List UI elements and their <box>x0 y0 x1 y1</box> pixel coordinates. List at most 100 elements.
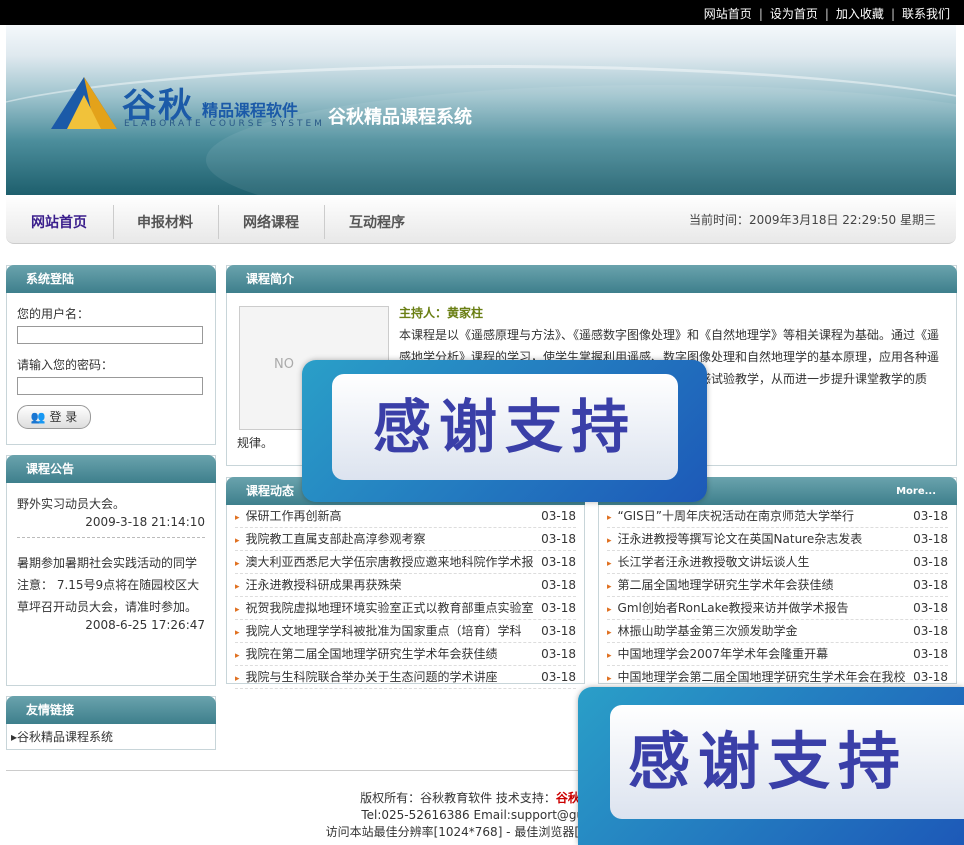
notice-panel-title: 课程公告 <box>6 455 216 483</box>
login-panel-title: 系统登陆 <box>6 265 216 293</box>
users-icon: 👥 <box>30 410 46 424</box>
news-list-2: ▸ “GIS日”十周年庆祝活动在南京师范大学举行 03-18 ▸ 汪永进教授等撰写论文在… <box>599 505 956 689</box>
intro-panel-title: 课程简介 <box>226 265 957 293</box>
logo-triangle-icon <box>51 77 117 129</box>
nav-home[interactable]: 网站首页 <box>31 212 87 232</box>
main-nav: 网站首页 申报材料 网络课程 互动程序 当前时间：2009年3月18日 22:2… <box>6 195 956 244</box>
username-label: 您的用户名： <box>17 307 90 321</box>
bullet-icon: ▸ <box>607 605 612 615</box>
news-item-title[interactable]: 我院在第二届全国地理学研究生学术年会获佳绩 <box>246 643 534 665</box>
news-item[interactable]: ▸ “GIS日”十周年庆祝活动在南京师范大学举行 03-18 <box>607 505 948 528</box>
course-host: 主持人：黄家柱 <box>399 306 484 320</box>
news-item[interactable]: ▸ 汪永进教授等撰写论文在英国Nature杂志发表 03-18 <box>607 528 948 551</box>
links-panel: 友情链接 ▸谷秋精品课程系统 <box>6 696 216 750</box>
news-item-title[interactable]: 祝贺我院虚拟地理环境实验室正式以教育部重点实验室 <box>246 597 534 619</box>
logo-english-text: ELABORATE COURSE SYSTEM <box>124 119 325 129</box>
news-item-date: 03-18 <box>913 624 948 638</box>
bullet-icon: ▸ <box>235 605 240 615</box>
news-item-date: 03-18 <box>913 555 948 569</box>
password-input[interactable] <box>17 377 203 395</box>
news-item[interactable]: ▸ 我院与生科院联合举办关于生态问题的学术讲座 03-18 <box>235 666 576 689</box>
news-item-title[interactable]: 保研工作再创新高 <box>246 505 534 527</box>
bullet-icon: ▸ <box>235 559 240 569</box>
notice-item-text[interactable]: 暑期参加暑期社会实践活动的同学注意： 7.15号9点将在随园校区大草坪召开动员大… <box>17 552 205 618</box>
bullet-icon: ▸ <box>607 674 612 684</box>
news-item-date: 03-18 <box>541 670 576 684</box>
news-item-title[interactable]: 中国地理学会2007年学术年会隆重开幕 <box>618 643 906 665</box>
bullet-icon: ▸ <box>235 628 240 638</box>
news-item-title[interactable]: “GIS日”十周年庆祝活动在南京师范大学举行 <box>618 505 906 527</box>
top-bar: 网站首页 | 设为首页 | 加入收藏 | 联系我们 <box>0 0 964 25</box>
nav-materials[interactable]: 申报材料 <box>137 212 193 232</box>
footer-copyright: 版权所有：谷秋教育软件 技术支持： <box>360 791 556 805</box>
top-nav: 网站首页 | 设为首页 | 加入收藏 | 联系我们 <box>703 7 950 21</box>
news-item-title[interactable]: Gml创始者RonLake教授来访并做学术报告 <box>618 597 906 619</box>
news-item-title[interactable]: 我院教工直属支部赴高淳参观考察 <box>246 528 534 550</box>
news-item[interactable]: ▸ 林振山助学基金第三次颁发助学金 03-18 <box>607 620 948 643</box>
logo-sub-text: 精品课程软件 <box>202 101 299 120</box>
news-panel: 课程动态 ▸ 保研工作再创新高 03-18 ▸ 我院教工直属支部赴高淳参观考察 03-18… <box>226 477 585 689</box>
thanks-sticker-2: 感谢支持 <box>578 687 964 845</box>
news-item[interactable]: ▸ 我院教工直属支部赴高淳参观考察 03-18 <box>235 528 576 551</box>
news-list: ▸ 保研工作再创新高 03-18 ▸ 我院教工直属支部赴高淳参观考察 03-18 ▸ 澳大利亚… <box>227 505 584 689</box>
bullet-icon: ▸ <box>607 536 612 546</box>
news-item-title[interactable]: 汪永进教授等撰写论文在英国Nature杂志发表 <box>618 528 906 550</box>
news-item-date: 03-18 <box>541 578 576 592</box>
bullet-icon: ▸ <box>607 559 612 569</box>
password-label: 请输入您的密码： <box>17 358 114 372</box>
news-item[interactable]: ▸ 长江学者汪永进教授敬文讲坛谈人生 03-18 <box>607 551 948 574</box>
more-link[interactable]: More... <box>896 486 936 497</box>
news-item-title[interactable]: 长江学者汪永进教授敬文讲坛谈人生 <box>618 551 906 573</box>
news-item-date: 03-18 <box>913 670 948 684</box>
thanks-sticker-2-text: 感谢支持 <box>610 705 964 819</box>
news-item-title[interactable]: 澳大利亚西悉尼大学伍宗唐教授应邀来地科院作学术报 <box>246 551 534 573</box>
news-item-date: 03-18 <box>541 601 576 615</box>
notice-item-text[interactable]: 野外实习动员大会。 <box>17 493 205 515</box>
course-intro-tail: 规律。 <box>237 436 274 450</box>
username-input[interactable] <box>17 326 203 344</box>
news-item-date: 03-18 <box>913 532 948 546</box>
news-item-date: 03-18 <box>913 509 948 523</box>
news-item[interactable]: ▸ 我院人文地理学学科被批准为国家重点（培育）学科 03-18 <box>235 620 576 643</box>
thanks-sticker-text: 感谢支持 <box>332 374 678 480</box>
bullet-icon: ▸ <box>607 513 612 523</box>
nav-online-course[interactable]: 网络课程 <box>243 212 299 232</box>
news-item[interactable]: ▸ Gml创始者RonLake教授来访并做学术报告 03-18 <box>607 597 948 620</box>
notice-item-time: 2008-6-25 17:26:47 <box>85 618 205 632</box>
news-item-date: 03-18 <box>541 647 576 661</box>
news-item[interactable]: ▸ 我院在第二届全国地理学研究生学术年会获佳绩 03-18 <box>235 643 576 666</box>
news-item[interactable]: ▸ 中国地理学会第二届全国地理学研究生学术年会在我校 03-18 <box>607 666 948 689</box>
nav-interactive[interactable]: 互动程序 <box>349 212 405 232</box>
bullet-icon: ▸ <box>235 582 240 592</box>
news-item-title[interactable]: 第二届全国地理学研究生学术年会获佳绩 <box>618 574 906 596</box>
news-item-title[interactable]: 我院人文地理学学科被批准为国家重点（培育）学科 <box>246 620 534 642</box>
thanks-sticker: 感谢支持 <box>302 360 707 502</box>
news-item-date: 03-18 <box>541 555 576 569</box>
link-item[interactable]: ▸谷秋精品课程系统 <box>11 728 215 745</box>
site-title: 谷秋精品课程系统 <box>328 107 472 128</box>
top-link-home[interactable]: 网站首页 <box>704 7 752 21</box>
bullet-icon: ▸ <box>235 536 240 546</box>
news-item-title[interactable]: 我院与生科院联合举办关于生态问题的学术讲座 <box>246 666 534 688</box>
notice-panel: 课程公告 野外实习动员大会。 2009-3-18 21:14:10 暑期参加暑期… <box>6 455 216 686</box>
current-time: 当前时间：2009年3月18日 22:29:50 星期三 <box>689 213 936 227</box>
news-item-title[interactable]: 中国地理学会第二届全国地理学研究生学术年会在我校 <box>618 666 906 688</box>
news-item-title[interactable]: 林振山助学基金第三次颁发助学金 <box>618 620 906 642</box>
top-link-contact[interactable]: 联系我们 <box>902 7 950 21</box>
top-link-set-home[interactable]: 设为首页 <box>770 7 818 21</box>
login-panel: 系统登陆 您的用户名： 请输入您的密码： 👥 登 录 <box>6 265 216 445</box>
news-item[interactable]: ▸ 中国地理学会2007年学术年会隆重开幕 03-18 <box>607 643 948 666</box>
top-link-bookmark[interactable]: 加入收藏 <box>836 7 884 21</box>
news-item[interactable]: ▸ 保研工作再创新高 03-18 <box>235 505 576 528</box>
news-item[interactable]: ▸ 汪永进教授科研成果再获殊荣 03-18 <box>235 574 576 597</box>
news-item-title[interactable]: 汪永进教授科研成果再获殊荣 <box>246 574 534 596</box>
news-panel-2: More... ▸ “GIS日”十周年庆祝活动在南京师范大学举行 03-18 ▸ 汪永进… <box>598 477 957 689</box>
bullet-icon: ▸ <box>607 628 612 638</box>
bullet-icon: ▸ <box>235 513 240 523</box>
news-item[interactable]: ▸ 第二届全国地理学研究生学术年会获佳绩 03-18 <box>607 574 948 597</box>
news-item-date: 03-18 <box>913 601 948 615</box>
bullet-icon: ▸ <box>607 582 612 592</box>
news-item[interactable]: ▸ 祝贺我院虚拟地理环境实验室正式以教育部重点实验室 03-18 <box>235 597 576 620</box>
login-button[interactable]: 👥 登 录 <box>17 405 91 429</box>
news-item[interactable]: ▸ 澳大利亚西悉尼大学伍宗唐教授应邀来地科院作学术报 03-18 <box>235 551 576 574</box>
